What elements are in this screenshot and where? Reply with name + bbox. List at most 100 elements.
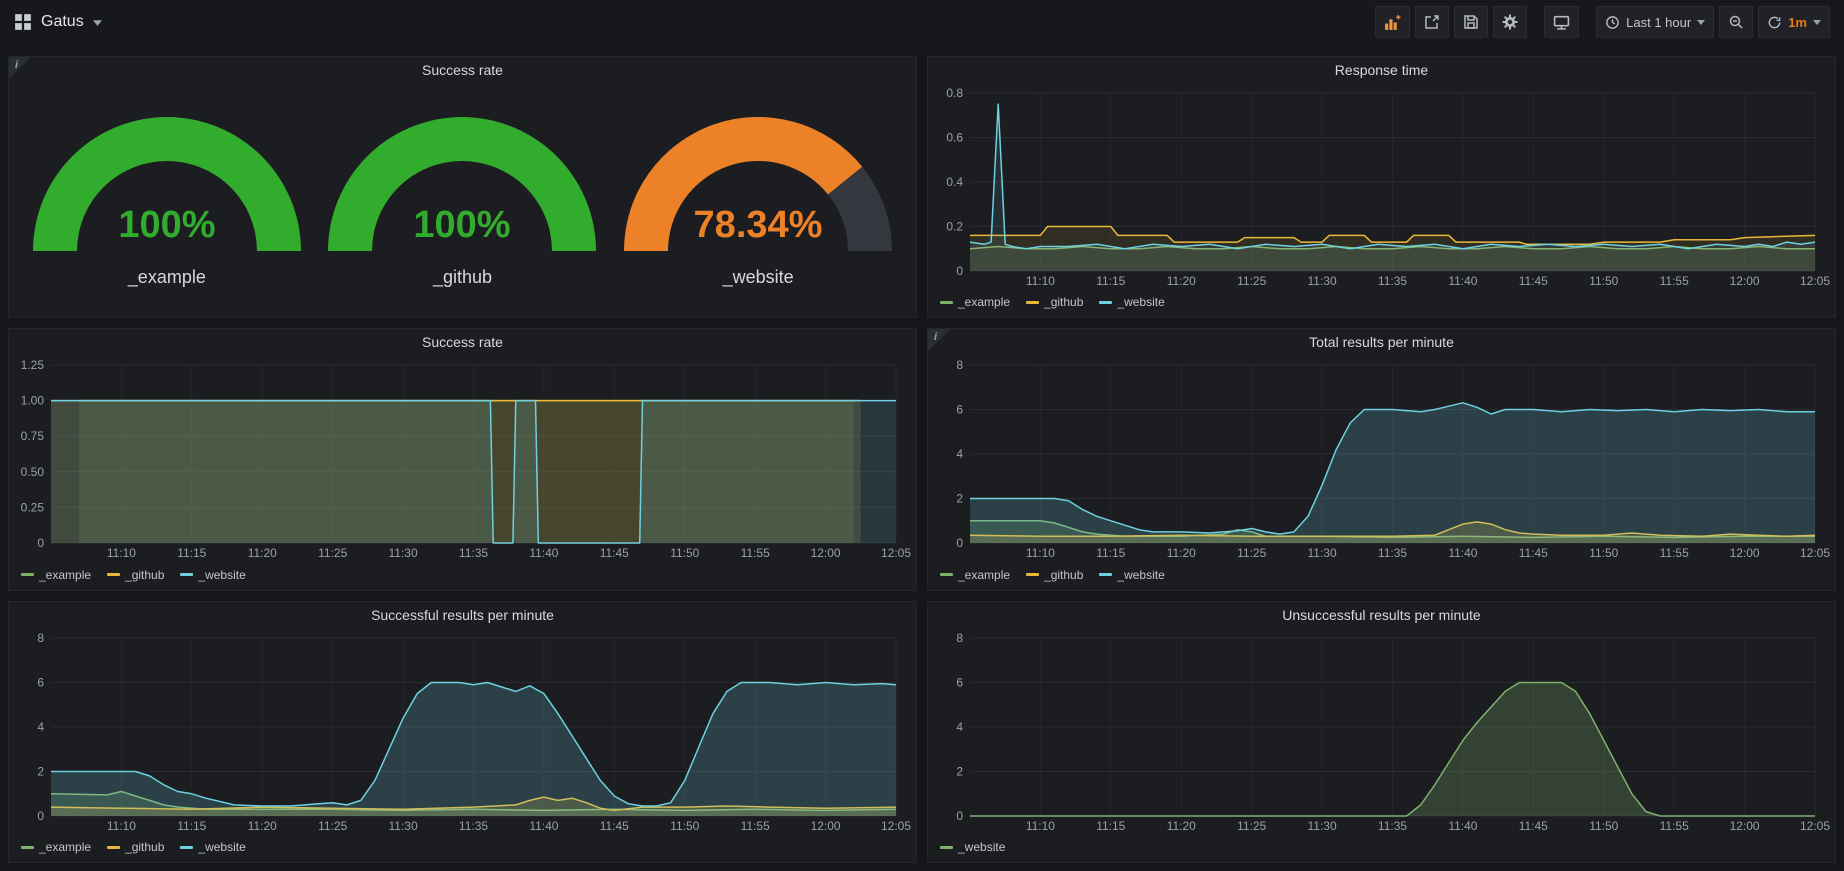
legend-item-_example[interactable]: _example [21,568,91,582]
panel-title[interactable]: Response time [928,57,1835,83]
legend-item-_github[interactable]: _github [1026,568,1083,582]
legend-series-name: _website [198,568,245,582]
gauge-value: 100% [118,204,215,246]
panel-title[interactable]: Total results per minute [928,329,1835,355]
svg-text:11:15: 11:15 [1096,546,1125,560]
panel-response-time: Response time 11:1011:1511:2011:2511:301… [927,56,1836,318]
chart-plot-area[interactable]: 11:1011:1511:2011:2511:3011:3511:4011:45… [928,83,1835,291]
legend-item-_example[interactable]: _example [940,568,1010,582]
save-icon [1463,14,1479,30]
legend-item-_website[interactable]: _website [180,840,245,854]
svg-text:11:35: 11:35 [1378,546,1407,560]
search-minus-icon [1728,14,1744,30]
legend-item-_github[interactable]: _github [107,568,164,582]
svg-text:11:55: 11:55 [741,546,770,560]
panel-info-icon[interactable]: i [9,57,31,79]
svg-text:11:40: 11:40 [529,546,558,560]
legend-item-_github[interactable]: _github [107,840,164,854]
clock-icon [1605,15,1620,30]
svg-text:11:40: 11:40 [1448,546,1477,560]
svg-text:11:40: 11:40 [529,819,558,833]
svg-text:11:45: 11:45 [1519,546,1548,560]
legend-item-_website[interactable]: _website [1099,295,1164,309]
add-panel-icon [1384,14,1401,31]
legend-item-_website[interactable]: _website [940,840,1005,854]
navbar-right: Last 1 hour 1m [1370,6,1830,38]
svg-text:11:25: 11:25 [1237,274,1266,288]
panel-unsuccessful-results: Unsuccessful results per minute 11:1011:… [927,601,1836,863]
chart-plot-area[interactable]: 11:1011:1511:2011:2511:3011:3511:4011:45… [928,355,1835,563]
caret-down-icon [1813,20,1821,25]
legend-item-_example[interactable]: _example [21,840,91,854]
svg-text:11:20: 11:20 [248,819,277,833]
legend-series-name: _website [1117,568,1164,582]
legend-swatch [107,573,120,576]
svg-text:1.25: 1.25 [21,358,45,372]
svg-text:2: 2 [956,764,963,778]
legend-swatch [940,301,953,304]
panel-title[interactable]: Success rate [9,329,916,355]
gauge-arc: 78.34% [618,107,898,259]
save-button[interactable] [1454,6,1488,38]
chart-plot-area[interactable]: 11:1011:1511:2011:2511:3011:3511:4011:45… [9,628,916,836]
svg-text:11:45: 11:45 [1519,819,1548,833]
svg-text:11:35: 11:35 [459,546,488,560]
svg-text:2: 2 [37,764,44,778]
svg-text:11:30: 11:30 [389,819,418,833]
legend: _example _github _website [928,564,1835,590]
svg-text:11:25: 11:25 [318,819,347,833]
refresh-icon [1767,15,1782,30]
time-range-picker[interactable]: Last 1 hour [1596,6,1714,38]
chart-plot-area[interactable]: 11:1011:1511:2011:2511:3011:3511:4011:45… [9,355,916,563]
svg-text:0: 0 [956,536,963,550]
legend: _example _github _website [928,291,1835,317]
svg-text:11:20: 11:20 [1167,546,1196,560]
svg-text:11:35: 11:35 [459,819,488,833]
svg-text:11:50: 11:50 [1589,274,1618,288]
svg-text:11:50: 11:50 [670,819,699,833]
legend-swatch [21,573,34,576]
refresh-picker[interactable]: 1m [1758,6,1830,38]
gauge-series-label: _example [128,267,206,288]
legend-item-_website[interactable]: _website [180,568,245,582]
panel-title[interactable]: Unsuccessful results per minute [928,602,1835,628]
legend-item-_example[interactable]: _example [940,295,1010,309]
panel-info-icon[interactable]: i [928,329,950,351]
svg-text:11:15: 11:15 [177,819,206,833]
zoom-out-button[interactable] [1719,6,1753,38]
svg-text:0.2: 0.2 [946,220,963,234]
svg-text:8: 8 [956,631,963,645]
dashboard-title[interactable]: Gatus [41,13,84,31]
tv-icon [1553,14,1570,31]
svg-text:6: 6 [956,403,963,417]
legend-series-name: _website [958,840,1005,854]
svg-text:11:20: 11:20 [248,546,277,560]
svg-text:0: 0 [37,536,44,550]
chart-plot-area[interactable]: 11:1011:1511:2011:2511:3011:3511:4011:45… [928,628,1835,836]
gauge-arc: 100% [27,107,307,259]
add-panel-button[interactable] [1375,6,1410,38]
response-time-chart: 11:1011:1511:2011:2511:3011:3511:4011:45… [928,83,1835,291]
legend-swatch [107,846,120,849]
gauge-group: 100%_example100%_github78.34%_website [9,83,916,317]
legend-item-_website[interactable]: _website [1099,568,1164,582]
settings-button[interactable] [1493,6,1527,38]
svg-text:11:25: 11:25 [1237,819,1266,833]
svg-text:11:30: 11:30 [1308,274,1337,288]
panel-total-results: i Total results per minute 11:1011:1511:… [927,328,1836,590]
panel-title[interactable]: Success rate [9,57,916,83]
panel-title[interactable]: Successful results per minute [9,602,916,628]
share-button[interactable] [1415,6,1449,38]
legend-series-name: _github [1044,295,1083,309]
dashboard-grid-icon[interactable] [14,13,32,31]
gauge-_github: 100%_github [322,107,602,288]
legend-item-_github[interactable]: _github [1026,295,1083,309]
legend-series-name: _website [198,840,245,854]
tv-mode-button[interactable] [1544,6,1579,38]
legend-series-name: _example [958,568,1010,582]
panel-successful-results: Successful results per minute 11:1011:15… [8,601,917,863]
svg-text:0.50: 0.50 [21,465,45,479]
svg-text:4: 4 [37,720,44,734]
svg-text:11:25: 11:25 [1237,546,1266,560]
svg-text:11:25: 11:25 [318,546,347,560]
